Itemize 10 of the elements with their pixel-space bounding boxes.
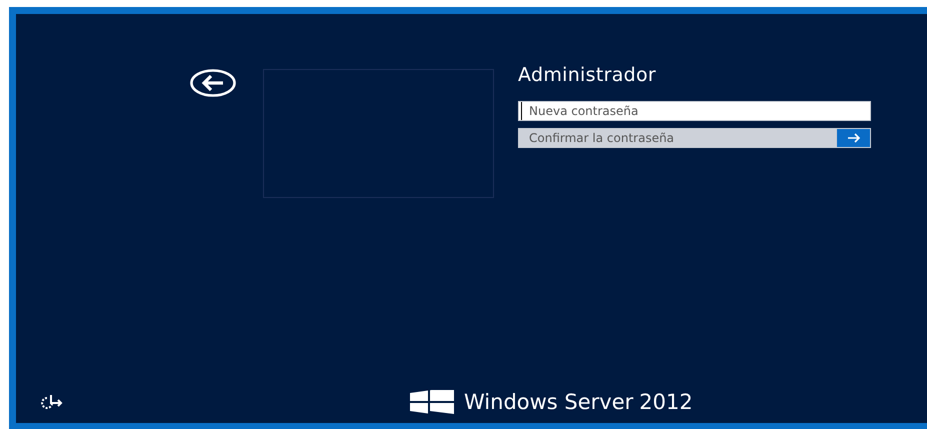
back-button[interactable] [190, 69, 236, 97]
password-field[interactable]: Nueva contraseña [518, 101, 871, 121]
windows-logo-icon [410, 390, 454, 414]
submit-button[interactable] [837, 128, 871, 148]
arrow-right-icon [846, 133, 860, 143]
password-field[interactable]: Confirmar la contraseña [518, 128, 837, 148]
product-version: 2012 [639, 390, 693, 414]
product-name: Windows Server [464, 390, 634, 414]
user-name: Administrador [518, 63, 658, 87]
ease-of-access-icon [38, 394, 64, 410]
